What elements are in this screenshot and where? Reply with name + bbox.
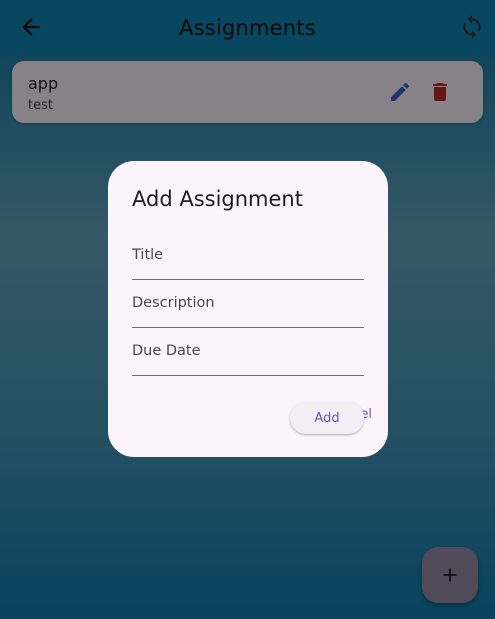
due-date-field[interactable]: Due Date: [132, 328, 364, 376]
due-date-field-placeholder: Due Date: [132, 343, 201, 359]
description-field[interactable]: Description: [132, 280, 364, 328]
add-button[interactable]: Add: [290, 402, 364, 434]
description-field-placeholder: Description: [132, 295, 215, 311]
title-field[interactable]: Title: [132, 232, 364, 280]
assignments-screen: Assignments app test Add Assignment Canc…: [0, 0, 495, 619]
title-field-placeholder: Title: [132, 247, 164, 263]
dialog-title: Add Assignment: [132, 187, 303, 211]
